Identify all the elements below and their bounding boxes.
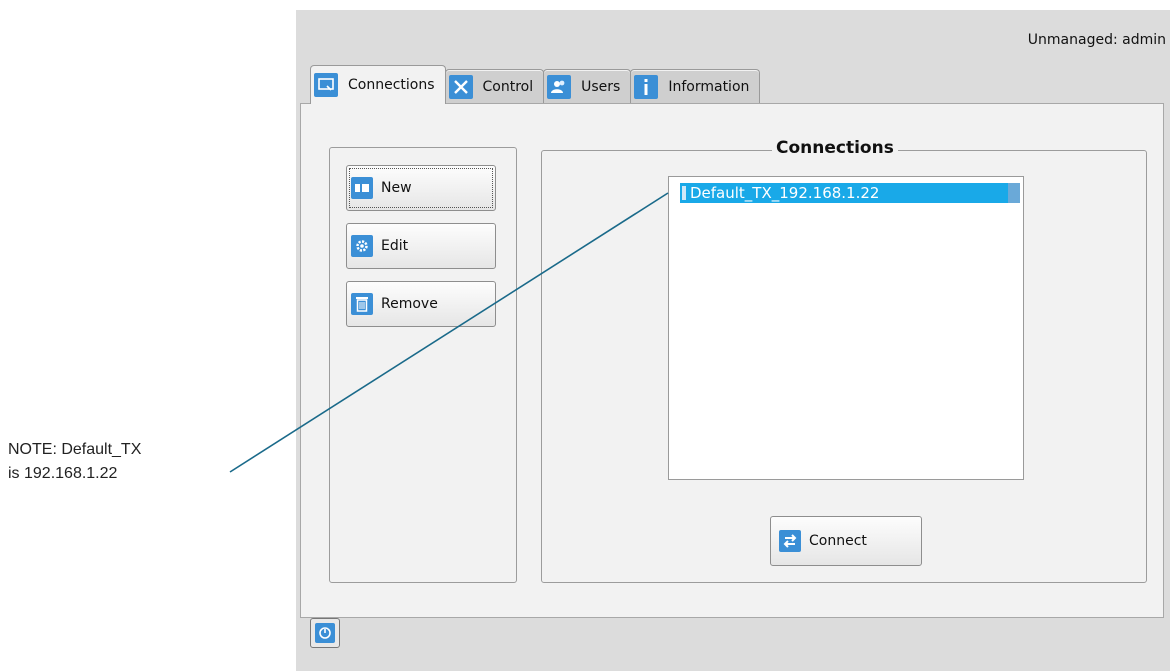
- tab-connections[interactable]: Connections: [310, 65, 446, 104]
- monitor-icon: [314, 73, 338, 97]
- callout-line: [229, 192, 669, 473]
- annotation-line-1: NOTE: Default_TX: [8, 441, 142, 458]
- tab-label: Connections: [348, 77, 435, 93]
- callout-pointer: [229, 192, 669, 473]
- annotation-line-2: is 192.168.1.22: [8, 465, 118, 482]
- annotation-note: NOTE: Default_TX is 192.168.1.22: [8, 438, 141, 486]
